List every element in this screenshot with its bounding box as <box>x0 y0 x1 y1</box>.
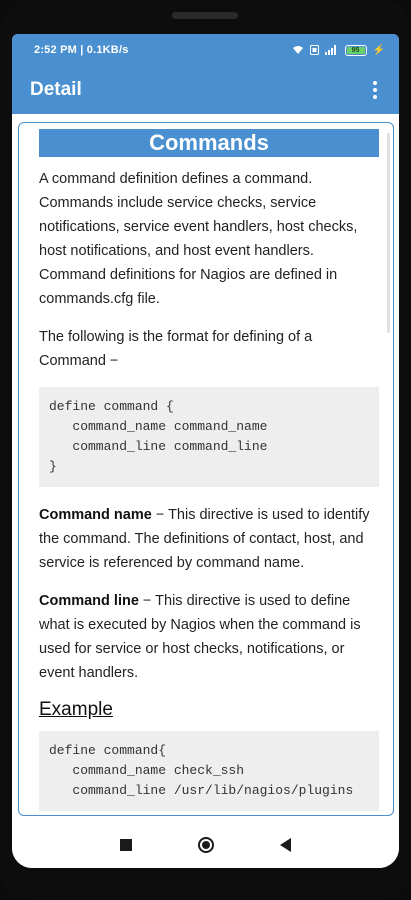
charging-bolt-icon: ⚡ <box>372 44 385 56</box>
code-block-format: define command { command_name command_na… <box>39 387 379 487</box>
article-heading: Commands <box>39 129 379 157</box>
more-vert-icon[interactable] <box>363 78 387 102</box>
phone-frame: 2:52 PM | 0.1KB/s 95 ⚡ Detail Commands A… <box>0 0 411 900</box>
app-bar: Detail <box>12 66 399 114</box>
command-line-paragraph: Command line − This directive is used to… <box>39 589 379 685</box>
sim-icon <box>309 45 319 55</box>
code-block-example: define command{ command_name check_ssh c… <box>39 731 379 811</box>
intro-paragraph: A command definition defines a command. … <box>39 171 358 307</box>
command-name-label: Command name <box>39 507 152 523</box>
format-paragraph: The following is the format for defining… <box>39 329 313 369</box>
status-time: 2:52 PM | 0.1KB/s <box>34 44 129 56</box>
navigation-bar <box>12 822 399 868</box>
page-title: Detail <box>30 79 82 100</box>
square-icon[interactable] <box>120 839 132 851</box>
battery-level: 95 <box>346 46 365 54</box>
article-scroll[interactable]: Commands A command definition defines a … <box>19 123 393 815</box>
example-heading: Example <box>39 699 113 720</box>
speaker-grille <box>172 12 238 19</box>
battery-icon: 95 <box>344 44 367 56</box>
wifi-icon <box>292 46 303 54</box>
circle-icon[interactable] <box>198 837 214 853</box>
scrollbar[interactable] <box>387 133 390 333</box>
status-bar: 2:52 PM | 0.1KB/s 95 ⚡ <box>12 34 399 66</box>
signal-icon <box>324 45 336 55</box>
back-triangle-icon[interactable] <box>280 838 291 852</box>
command-line-label: Command line <box>39 593 139 609</box>
command-name-paragraph: Command name − This directive is used to… <box>39 503 379 575</box>
content-card[interactable]: Commands A command definition defines a … <box>18 122 394 816</box>
status-icons: 95 ⚡ <box>292 44 385 56</box>
screen: 2:52 PM | 0.1KB/s 95 ⚡ Detail Commands A… <box>12 34 399 868</box>
